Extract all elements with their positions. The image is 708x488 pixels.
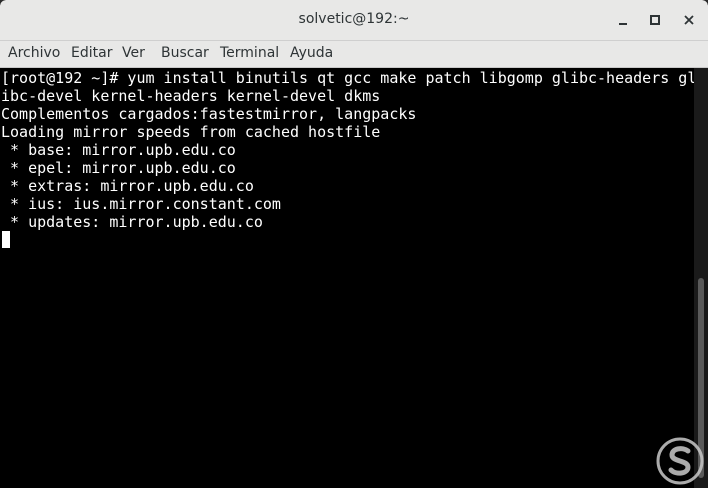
menu-buscar[interactable]: Buscar [161, 45, 209, 61]
minimize-icon [619, 23, 627, 25]
terminal-line: Complementos cargados:fastestmirror, lan… [1, 105, 417, 123]
vertical-scrollbar[interactable] [694, 68, 708, 488]
maximize-icon [650, 15, 660, 25]
menu-terminal[interactable]: Terminal [220, 45, 279, 61]
terminal-line: [root@192 ~]# yum install binutils qt gc… [1, 69, 697, 87]
title-bar[interactable]: solvetic@192:~ [0, 0, 708, 41]
text-cursor [2, 231, 10, 248]
terminal-line: * extras: mirror.upb.edu.co [1, 177, 254, 195]
terminal-line: * base: mirror.upb.edu.co [1, 141, 236, 159]
solvetic-logo-icon [656, 437, 704, 485]
terminal-line: ibc-devel kernel-headers kernel-devel dk… [1, 87, 381, 105]
close-button[interactable] [679, 10, 699, 30]
minimize-button[interactable] [613, 10, 633, 30]
menu-ver[interactable]: Ver [122, 45, 145, 61]
menu-ayuda[interactable]: Ayuda [290, 45, 333, 61]
terminal-window: solvetic@192:~ Archivo Editar Ver Buscar… [0, 0, 708, 488]
terminal-line: * ius: ius.mirror.constant.com [1, 195, 281, 213]
terminal-output[interactable]: [root@192 ~]# yum install binutils qt gc… [0, 68, 697, 488]
maximize-button[interactable] [645, 10, 665, 30]
terminal-line: * epel: mirror.upb.edu.co [1, 159, 236, 177]
menu-archivo[interactable]: Archivo [8, 45, 60, 61]
terminal-line: * updates: mirror.upb.edu.co [1, 213, 263, 231]
terminal-line: Loading mirror speeds from cached hostfi… [1, 123, 381, 141]
menu-bar: Archivo Editar Ver Buscar Terminal Ayuda [0, 41, 708, 68]
window-title: solvetic@192:~ [298, 11, 410, 27]
menu-editar[interactable]: Editar [71, 45, 112, 61]
close-icon [684, 15, 694, 25]
